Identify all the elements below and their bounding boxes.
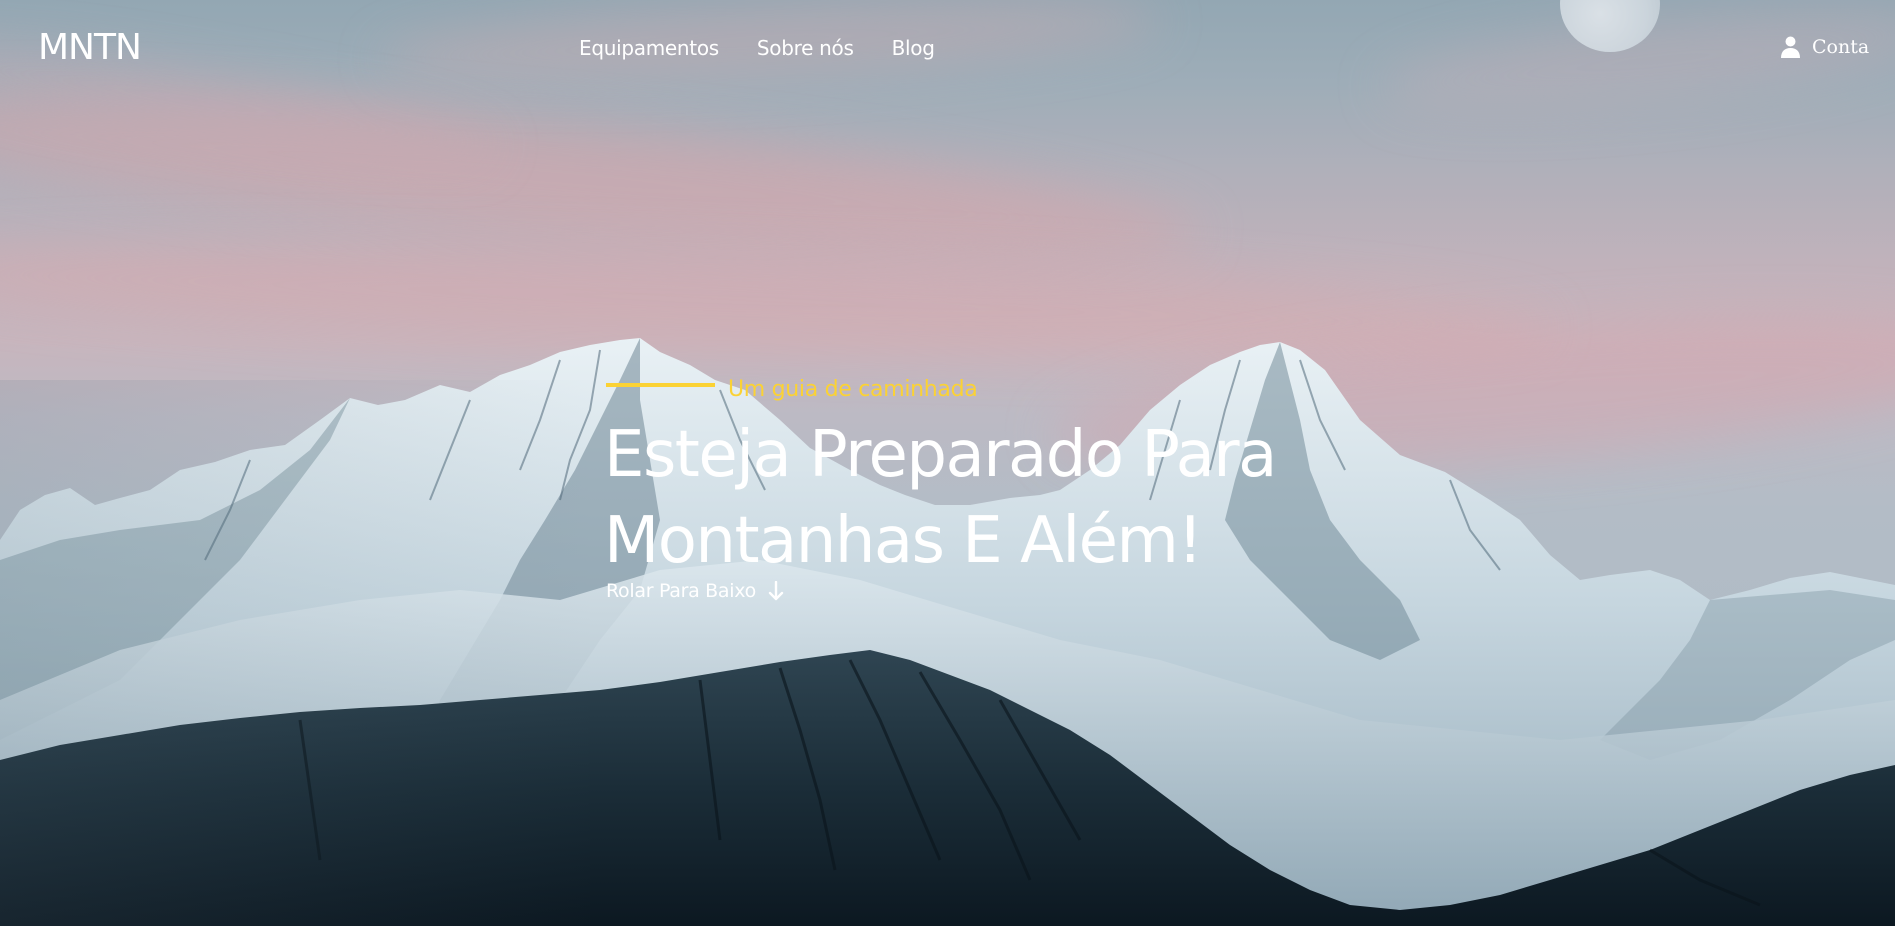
user-icon [1781,36,1800,58]
headline-line-2: Montanhas E Além! [604,504,1203,578]
hero-eyebrow: Um guia de caminhada [606,375,978,405]
light-wash [0,380,600,926]
eyebrow-text: Um guia de caminhada [728,377,978,402]
nav-link-equipamentos[interactable]: Equipamentos [579,35,719,61]
main-nav: Equipamentos Sobre nós Blog [579,35,935,61]
arrow-down-icon [768,581,784,601]
scroll-down-label: Rolar Para Baixo [606,580,756,602]
hero-headline: Esteja Preparado Para Montanhas E Além! [604,412,1424,584]
scroll-down-link[interactable]: Rolar Para Baixo [606,578,784,604]
nav-link-sobre-nos[interactable]: Sobre nós [757,35,854,61]
hero-section: MNTN Equipamentos Sobre nós Blog Conta U… [0,0,1895,926]
eyebrow-line [606,383,715,387]
headline-line-1: Esteja Preparado Para [604,418,1277,492]
logo[interactable]: MNTN [38,26,142,70]
account-button[interactable]: Conta [1781,34,1869,60]
site-header: MNTN Equipamentos Sobre nós Blog Conta [0,0,1895,96]
nav-link-blog[interactable]: Blog [892,35,935,61]
account-label: Conta [1812,36,1870,58]
